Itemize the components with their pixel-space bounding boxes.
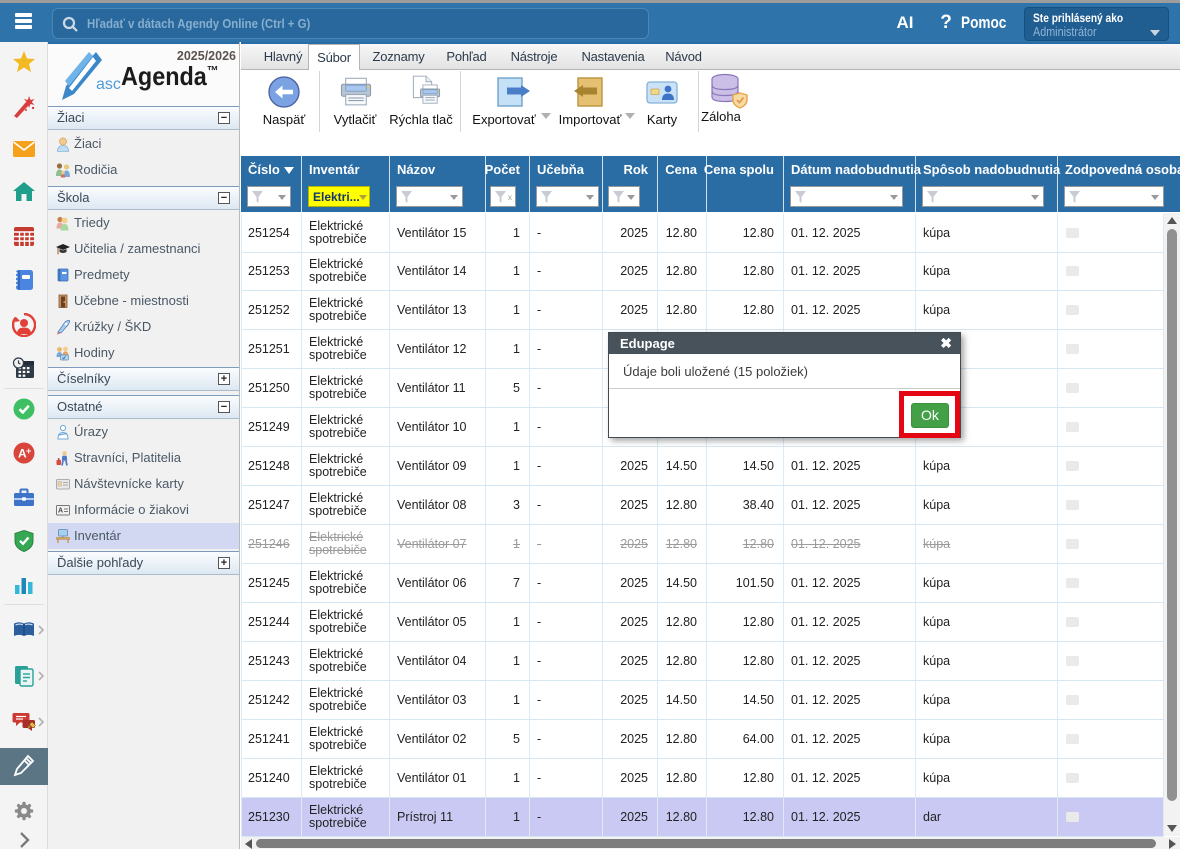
svg-text:A: A bbox=[58, 508, 63, 515]
svg-text:+: + bbox=[26, 446, 31, 456]
